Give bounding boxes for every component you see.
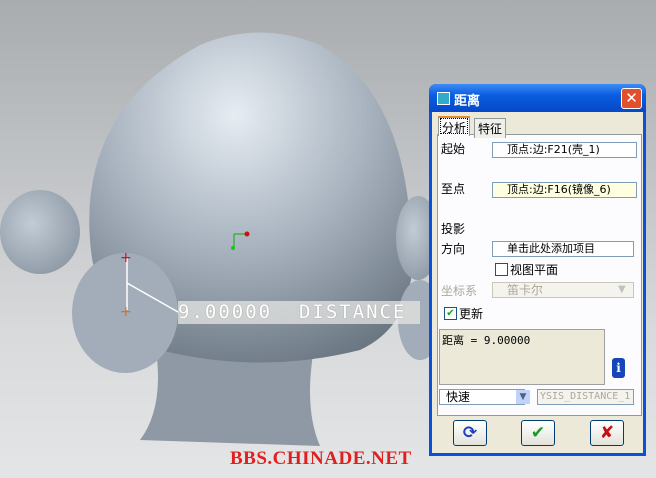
to-label: 至点 [441, 182, 466, 196]
repeat-button[interactable]: ⟳ [453, 420, 487, 446]
watermark: BBS.CHINADE.NET [230, 448, 412, 469]
chevron-down-icon[interactable]: ▼ [516, 390, 530, 404]
distance-annotation: 9.00000 DISTANCE [178, 301, 420, 324]
distance-dialog: 距离 ✕ 分析 特征 起始 顶点:边:F21(壳_1) 至点 顶点:边:F16(… [429, 84, 646, 456]
to-field[interactable]: 顶点:边:F16(镜像_6) [492, 182, 637, 198]
view-plane-checkbox[interactable] [495, 263, 508, 276]
chevron-down-icon: ▼ [618, 284, 626, 295]
info-icon[interactable]: i [612, 358, 625, 378]
to-point-marker: + [120, 304, 132, 320]
csys-label: 坐标系 [441, 284, 478, 298]
update-checkbox[interactable]: ✔ [444, 307, 457, 320]
projection-label: 投影 [441, 222, 466, 236]
tab-analysis[interactable]: 分析 [438, 116, 471, 136]
view-plane-label: 视图平面 [510, 263, 559, 277]
update-label: 更新 [459, 307, 484, 321]
dialog-title: 距离 [454, 94, 481, 109]
direction-label: 方向 [441, 242, 466, 256]
cancel-button[interactable]: ✘ [590, 420, 624, 446]
dialog-body: 分析 特征 起始 顶点:边:F21(壳_1) 至点 顶点:边:F16(镜像_6)… [432, 112, 643, 453]
feature-name-field[interactable]: YSIS_DISTANCE_1 [537, 389, 634, 405]
close-button[interactable]: ✕ [621, 88, 642, 109]
direction-field[interactable]: 单击此处添加项目 [492, 241, 634, 257]
tab-feature[interactable]: 特征 [474, 118, 507, 138]
from-field[interactable]: 顶点:边:F21(壳_1) [492, 142, 637, 158]
ok-button[interactable]: ✔ [521, 420, 555, 446]
from-label: 起始 [441, 142, 466, 156]
window-icon [437, 92, 450, 105]
mode-select[interactable]: 快速 [439, 389, 525, 405]
csys-select: 笛卡尔 [492, 282, 634, 298]
title-bar[interactable]: 距离 ✕ [429, 84, 646, 112]
result-box: 距离 = 9.00000 [439, 329, 605, 385]
model-left-boss [0, 190, 80, 274]
from-point-marker: + [120, 250, 132, 266]
